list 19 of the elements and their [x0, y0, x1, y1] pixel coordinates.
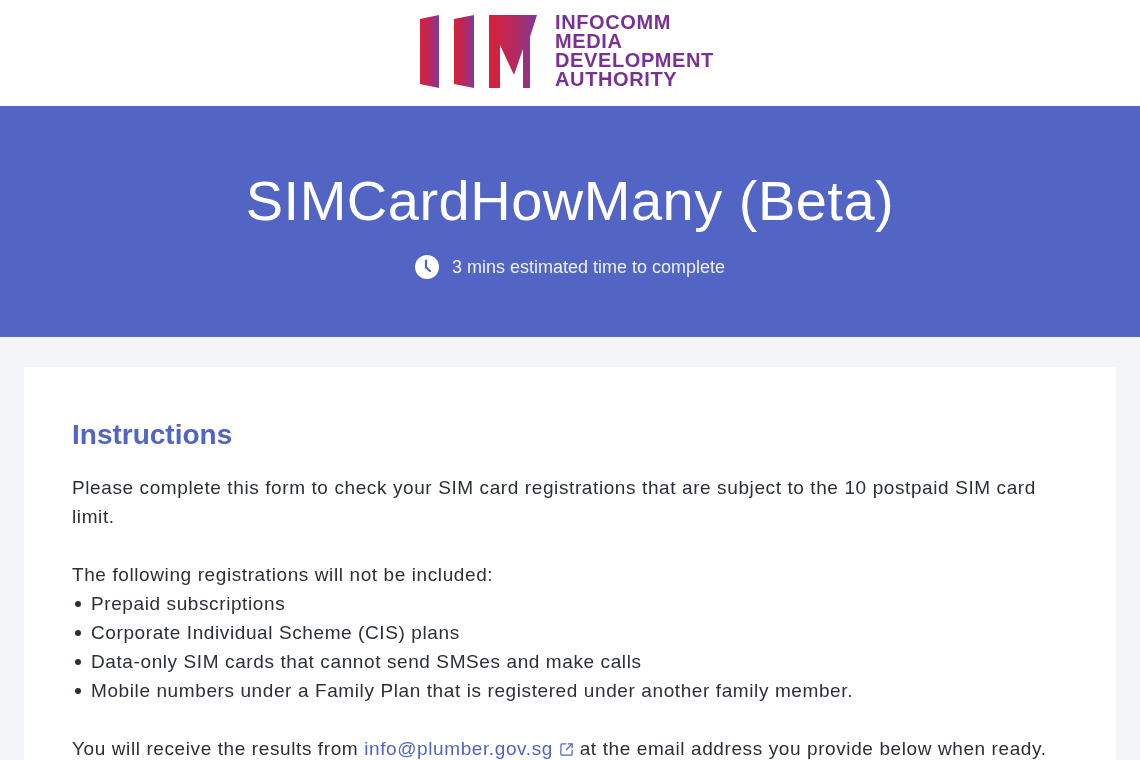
logo-mark-icon [420, 14, 538, 88]
exclusion-item: Prepaid subscriptions [91, 592, 286, 616]
bullet-icon [75, 658, 81, 665]
intro-paragraph: Please complete this form to check your SIM card registrations that are subject to the 10 postpaid SIM card limit. [72, 476, 1037, 529]
exclusion-item: Data-only SIM cards that cannot send SMSes and make calls [91, 650, 642, 674]
time-estimate: 3 mins estimated time to complete [451, 255, 726, 279]
bullet-icon [75, 600, 81, 607]
exclusion-item: Mobile numbers under a Family Plan that is registered under another family member. [91, 679, 854, 703]
logo-wordmark: INFOCOMM MEDIA DEVELOPMENT AUTHORITY [555, 13, 714, 89]
external-link-icon [558, 742, 574, 757]
email-link[interactable]: info@plumber.gov.sg [364, 738, 553, 759]
exclusion-item: Corporate Individual Scheme (CIS) plans [91, 621, 460, 645]
page-title: SIMCardHowMany (Beta) [245, 168, 895, 233]
clock-icon [414, 254, 439, 279]
exclusions-intro: The following registrations will not be included: [72, 563, 495, 587]
instructions-heading: Instructions [72, 418, 234, 452]
bullet-icon [75, 687, 81, 694]
bullet-icon [75, 629, 81, 636]
results-note: You will receive the results from info@plumber.gov.sg at the email address you provide below when ready. [72, 737, 1048, 760]
